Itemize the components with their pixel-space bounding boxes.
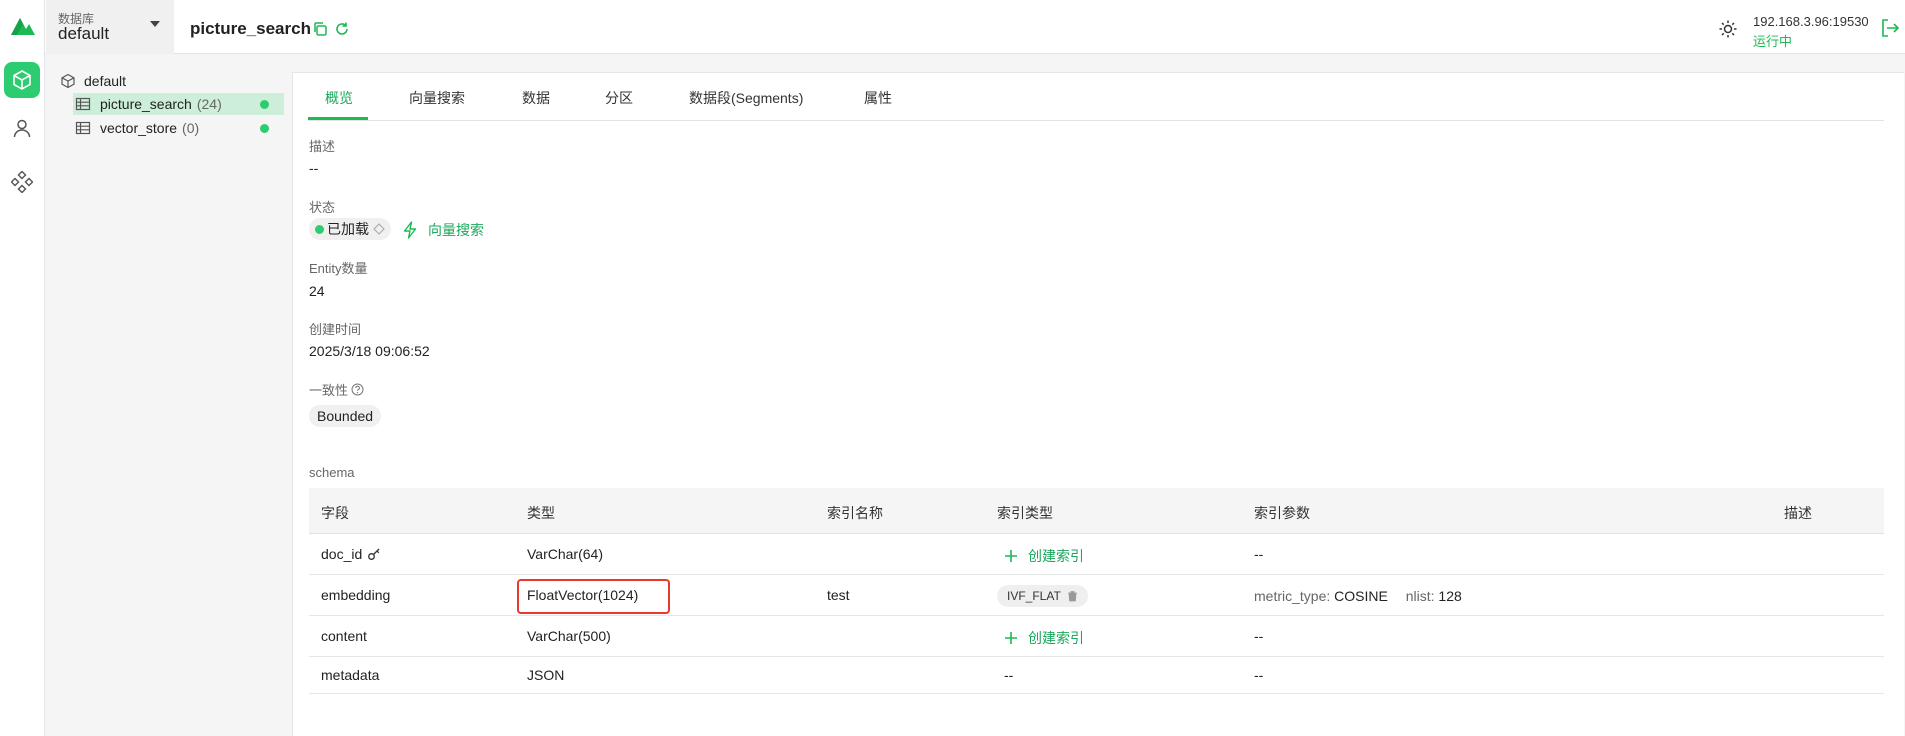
field-type: JSON — [527, 667, 565, 683]
status-value: 已加载 — [327, 221, 369, 237]
table-icon — [75, 97, 91, 111]
consistency-label-row: 一致性 — [309, 380, 364, 399]
index-params: -- — [1254, 628, 1264, 644]
col-header-description: 描述 — [1784, 505, 1812, 521]
tree-item-count: (24) — [196, 96, 222, 112]
create-index-button[interactable]: 创建索引 — [1004, 628, 1084, 648]
table-icon — [75, 121, 91, 135]
field-name: doc_id — [321, 546, 363, 562]
index-params: -- — [1254, 546, 1264, 562]
database-icon — [13, 70, 31, 90]
created-time-label: 创建时间 — [309, 322, 362, 337]
tab-vector-search[interactable]: 向量搜索 — [409, 88, 465, 108]
field-type: VarChar(500) — [527, 628, 611, 644]
database-value: default — [58, 24, 110, 43]
field-name: content — [321, 628, 367, 644]
consistency-value: Bounded — [317, 408, 374, 424]
col-header-index-params: 索引参数 — [1254, 505, 1310, 521]
row-divider — [309, 574, 1884, 575]
tab-overview[interactable]: 概览 — [325, 88, 353, 108]
field-name: metadata — [321, 667, 380, 683]
refresh-icon[interactable] — [334, 21, 350, 37]
tab-properties[interactable]: 属性 — [864, 88, 892, 108]
col-header-type: 类型 — [527, 505, 555, 521]
plus-icon — [1005, 550, 1017, 562]
param-key: nlist: — [1405, 588, 1435, 604]
tab-data[interactable]: 数据 — [522, 88, 550, 108]
logo-icon — [11, 18, 35, 35]
copy-icon[interactable] — [312, 21, 328, 37]
connection-status: 运行中 — [1753, 34, 1793, 49]
connection-address: 192.168.3.96:19530 — [1753, 14, 1869, 29]
param-value: 128 — [1438, 588, 1462, 604]
tab-segments[interactable]: 数据段(Segments) — [689, 88, 803, 108]
consistency-badge: Bounded — [309, 405, 382, 427]
entity-count-label: Entity数量 — [309, 261, 368, 276]
delete-icon[interactable] — [1067, 590, 1078, 602]
field-type: FloatVector(1024) — [527, 587, 639, 603]
plus-icon — [1005, 632, 1017, 644]
tree-root-label: default — [84, 73, 127, 89]
logout-icon[interactable] — [1879, 17, 1901, 39]
logo[interactable] — [0, 0, 45, 54]
database-selector[interactable]: 数据库 default — [46, 0, 174, 54]
diamond-icon[interactable] — [373, 223, 385, 235]
description-value: -- — [309, 160, 319, 176]
param-value: COSINE — [1334, 588, 1388, 604]
create-index-label: 创建索引 — [1028, 630, 1084, 646]
index-params: metric_type: COSINE nlist: 128 — [1254, 588, 1462, 604]
help-icon[interactable] — [351, 383, 364, 396]
tree-item-label: vector_store — [100, 120, 178, 136]
table-row-field: doc_id — [321, 546, 381, 562]
index-type: -- — [1004, 667, 1014, 683]
col-header-index-type: 索引类型 — [997, 505, 1053, 521]
collection-title: picture_search — [190, 19, 311, 38]
nav-database[interactable] — [4, 62, 40, 98]
system-icon — [11, 171, 33, 193]
database-icon — [61, 73, 75, 89]
tree-item-picture-search[interactable]: picture_search (24) — [73, 93, 284, 115]
nav-system[interactable] — [4, 164, 40, 200]
index-params: -- — [1254, 667, 1264, 683]
index-type-tag: IVF_FLAT — [997, 585, 1088, 607]
index-name: test — [827, 587, 850, 603]
theme-toggle-icon[interactable] — [1718, 19, 1738, 39]
tab-partitions[interactable]: 分区 — [605, 88, 633, 108]
field-name: embedding — [321, 587, 391, 603]
description-label: 描述 — [309, 139, 336, 154]
active-tab-indicator — [308, 117, 368, 120]
chevron-down-icon — [150, 21, 160, 27]
row-divider — [309, 693, 1884, 694]
status-badge: 已加载 — [309, 218, 391, 240]
vector-search-link[interactable]: 向量搜索 — [402, 220, 484, 240]
col-header-index-name: 索引名称 — [827, 505, 883, 521]
vector-search-link-label: 向量搜索 — [428, 222, 484, 238]
loaded-status-dot — [260, 100, 269, 109]
entity-count-value: 24 — [309, 283, 325, 299]
index-type-value: IVF_FLAT — [1007, 589, 1061, 603]
schema-label: schema — [309, 465, 355, 480]
tree-item-count: (0) — [182, 120, 200, 136]
loaded-status-dot — [260, 124, 269, 133]
create-index-button[interactable]: 创建索引 — [1004, 546, 1084, 566]
primary-key-icon — [368, 548, 380, 560]
nav-user[interactable] — [4, 110, 40, 146]
nav-sidebar — [0, 54, 45, 736]
lightning-icon — [403, 221, 417, 239]
status-label: 状态 — [309, 200, 336, 215]
create-index-label: 创建索引 — [1028, 548, 1084, 564]
tree-root-default[interactable]: default — [60, 70, 126, 92]
created-time-value: 2025/3/18 09:06:52 — [309, 343, 430, 359]
collection-tree — [46, 54, 287, 736]
row-divider — [309, 615, 1884, 616]
user-icon — [13, 119, 31, 138]
tree-item-vector-store[interactable]: vector_store (0) — [75, 117, 199, 139]
field-type: VarChar(64) — [527, 546, 603, 562]
loaded-status-dot — [315, 224, 324, 234]
col-header-field: 字段 — [321, 505, 349, 521]
param-key: metric_type: — [1254, 588, 1331, 604]
consistency-label: 一致性 — [309, 383, 349, 398]
row-divider — [309, 656, 1884, 657]
tree-item-label: picture_search — [100, 96, 192, 112]
